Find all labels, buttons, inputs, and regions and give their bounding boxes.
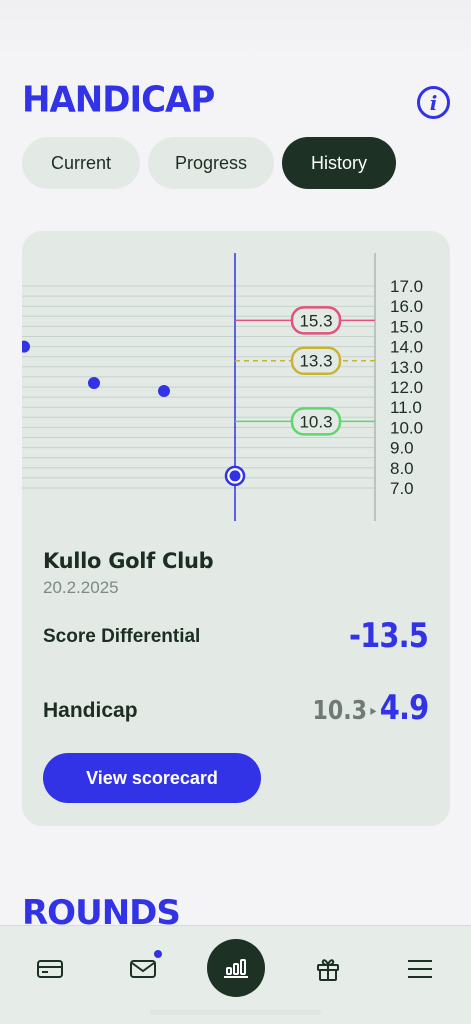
nav-item-stats[interactable] <box>207 939 265 997</box>
card-icon <box>37 960 63 978</box>
y-tick-label: 9.0 <box>390 439 414 458</box>
segment-tabs: Current Progress History <box>22 137 396 189</box>
y-tick-label: 13.0 <box>390 358 423 377</box>
y-tick-label: 17.0 <box>390 277 423 296</box>
y-tick-label: 7.0 <box>390 479 414 498</box>
handicap-from: 10.3 <box>312 696 367 726</box>
nav-item-messages[interactable] <box>113 926 173 1012</box>
reference-label: 10.3 <box>299 412 332 431</box>
nav-item-menu[interactable] <box>390 926 450 1012</box>
menu-icon <box>408 960 432 978</box>
status-bar <box>0 0 471 60</box>
notification-badge <box>154 950 162 958</box>
arrow-right-icon: ▸ <box>369 703 376 719</box>
info-icon[interactable]: i <box>417 86 450 119</box>
handicap-label: Handicap <box>43 699 138 722</box>
score-differential-label: Score Differential <box>43 626 201 647</box>
nav-item-card[interactable] <box>20 926 80 1012</box>
nav-item-rewards[interactable] <box>298 926 358 1012</box>
y-tick-label: 14.0 <box>390 338 423 357</box>
reference-label: 13.3 <box>299 352 332 371</box>
y-tick-label: 11.0 <box>390 398 422 417</box>
club-name: Kullo Golf Club <box>43 549 214 573</box>
y-tick-label: 12.0 <box>390 378 423 397</box>
tab-current[interactable]: Current <box>22 137 140 189</box>
handicap-history-chart[interactable]: 17.016.015.0 14.013.012.011.010.0 9.08.07.… <box>22 231 450 531</box>
mail-icon <box>130 960 156 978</box>
page-title: HANDICAP <box>22 79 215 121</box>
tab-progress[interactable]: Progress <box>148 137 274 189</box>
view-scorecard-button[interactable]: View scorecard <box>43 753 261 803</box>
gift-icon <box>317 959 339 981</box>
y-tick-label: 8.0 <box>390 459 414 478</box>
data-point <box>88 376 100 389</box>
reference-label: 15.3 <box>299 311 332 330</box>
handicap-to: 4.9 <box>379 688 429 728</box>
y-tick-label: 10.0 <box>390 418 423 437</box>
stats-icon <box>224 959 248 978</box>
data-point <box>22 340 30 353</box>
home-indicator <box>150 1010 321 1015</box>
y-tick-label: 16.0 <box>390 297 423 316</box>
data-point <box>158 385 170 398</box>
score-differential-value: -13.5 <box>348 616 429 656</box>
round-card: 17.0 16.0 15.0 14.0 13.0 12.0 11.0 10.0 9.0 8.0 7.… <box>22 231 450 826</box>
selected-point <box>229 470 241 482</box>
y-tick-label: 15.0 <box>390 317 423 336</box>
round-date: 20.2.2025 <box>43 578 119 597</box>
handicap-change: 10.3 ▸ 4.9 <box>312 688 429 728</box>
tab-history[interactable]: History <box>282 137 396 189</box>
